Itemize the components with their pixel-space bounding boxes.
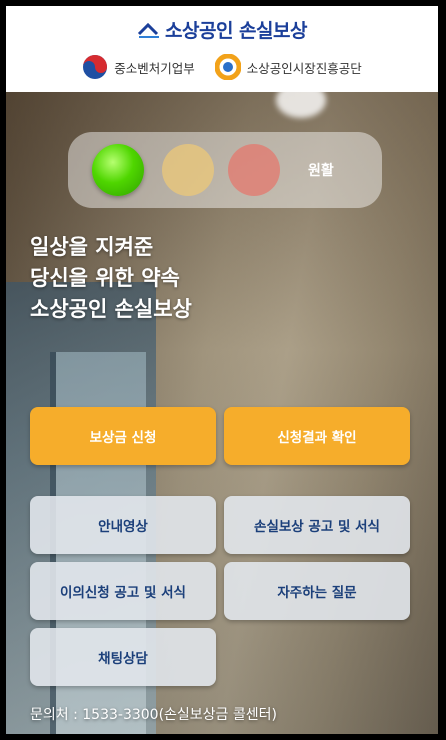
- semas-logo-icon: [214, 54, 241, 80]
- slogan-line: 소상공인 손실보상: [30, 297, 192, 321]
- org-mss: 중소벤처기업부: [82, 54, 195, 80]
- ceiling-light: [276, 92, 326, 118]
- status-label: 원활: [308, 163, 334, 179]
- background-photo: 원활 일상을 지켜준 당신을 위한 약속 소상공인 손실보상 보상금 신청 신청…: [6, 92, 438, 734]
- status-traffic-light: 원활: [68, 132, 382, 208]
- status-light-red: [228, 144, 280, 196]
- check-result-button[interactable]: 신청결과 확인: [224, 407, 410, 465]
- status-light-yellow: [162, 144, 214, 196]
- brand-title[interactable]: 소상공인 손실보상: [6, 16, 438, 43]
- brand-logo-icon: [137, 22, 160, 38]
- slogan-line: 일상을 지켜준: [30, 235, 154, 259]
- loss-notice-button[interactable]: 손실보상 공고 및 서식: [224, 496, 410, 554]
- faq-button[interactable]: 자주하는 질문: [224, 562, 410, 620]
- apply-button[interactable]: 보상금 신청: [30, 407, 216, 465]
- org-semas: 소상공인시장진흥공단: [214, 54, 362, 80]
- status-light-green: [92, 144, 144, 196]
- slogan: 일상을 지켜준 당신을 위한 약속 소상공인 손실보상: [30, 232, 192, 325]
- header: 소상공인 손실보상 중소벤처기업부 소상공인시장진흥공단: [6, 6, 438, 92]
- slogan-line: 당신을 위한 약속: [30, 266, 180, 290]
- taegeuk-logo-icon: [83, 55, 108, 79]
- guide-video-button[interactable]: 안내영상: [30, 496, 216, 554]
- org-mss-name: 중소벤처기업부: [114, 60, 195, 76]
- brand-title-text: 소상공인 손실보상: [165, 20, 307, 42]
- contact-info: 문의처 : 1533-3300(손실보상금 콜센터): [30, 707, 277, 723]
- app-frame: 소상공인 손실보상 중소벤처기업부 소상공인시장진흥공단 원활 일상을 지켜준 …: [4, 4, 440, 736]
- objection-notice-button[interactable]: 이의신청 공고 및 서식: [30, 562, 216, 620]
- org-logos: 중소벤처기업부 소상공인시장진흥공단: [6, 54, 438, 80]
- chat-consult-button[interactable]: 채팅상담: [30, 628, 216, 686]
- org-semas-name: 소상공인시장진흥공단: [246, 60, 362, 76]
